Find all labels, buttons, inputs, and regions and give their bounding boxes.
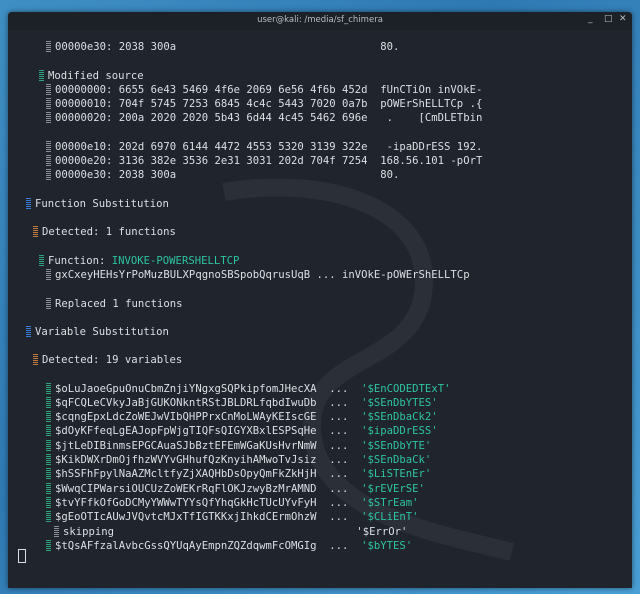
bullet-marker-icon — [39, 255, 44, 266]
terminal-line: $qFCQLeCVkyJaBjGUKONkntRStJBLDRLfqbdIwuD… — [46, 396, 438, 410]
bullet-marker-icon — [46, 511, 51, 522]
terminal-line: $hSSFhFpylNaAZMcltfyZjXAQHbDsOpyQmFkZkHj… — [46, 467, 431, 481]
line-highlight: '$SEnDbaCk' — [361, 454, 432, 466]
line-text: Function Substitution — [35, 198, 169, 210]
bullet-marker-icon — [26, 198, 31, 209]
terminal-line: $oLuJaoeGpuOnuCbmZnjiYNgxgSQPkipfomJHecX… — [46, 382, 450, 396]
terminal-line: Replaced 1 functions — [46, 297, 183, 311]
line-highlight: '$STrEam' — [361, 497, 419, 509]
terminal-cursor — [18, 549, 26, 563]
terminal-line: 00000e10: 202d 6970 6144 4472 4553 5320 … — [46, 140, 482, 154]
line-text: skipping '$ErrOr' — [63, 526, 408, 538]
line-text: $cqngEpxLdcZoWEJwVIbQHPPrxCnMoLWAyKEIscG… — [55, 411, 362, 423]
terminal-line: $jtLeDIBinmsEPGCAuaSJbBztEFEmWGaKUsHvrNm… — [46, 439, 431, 453]
terminal-line: skipping '$ErrOr' — [54, 525, 407, 539]
bullet-marker-icon — [46, 112, 51, 123]
line-text: Detected: 19 variables — [42, 354, 183, 366]
terminal-line: $dOyKFfeqLgEAJopFpWjgTIQFsQIGYXBxlESPSqH… — [46, 424, 438, 438]
line-highlight: '$bYTES' — [361, 540, 413, 552]
line-text: 00000e10: 202d 6970 6144 4472 4553 5320 … — [55, 141, 483, 153]
line-text: $KikDWXrDmOjfhzWVYvGHhufQzKnyihAMwoTvJsi… — [55, 454, 362, 466]
terminal-line: $tvYFfkOfGoDCMyYWWwTYYsQfYhqGkHcTUcUYvFy… — [46, 496, 419, 510]
line-text: $tQsAFfzalAvbcGssQYUqAyEmpnZQZdqwmFcOMGI… — [55, 540, 362, 552]
line-text: 00000e30: 2038 300a 80. — [55, 41, 400, 53]
bullet-marker-icon — [46, 483, 51, 494]
line-text: $jtLeDIBinmsEPGCAuaSJbBztEFEmWGaKUsHvrNm… — [55, 440, 362, 452]
terminal-line: $KikDWXrDmOjfhzWVYvGHhufQzKnyihAMwoTvJsi… — [46, 453, 431, 467]
bullet-marker-icon — [46, 468, 51, 479]
bullet-marker-icon — [46, 425, 51, 436]
line-highlight: '$rEVErSE' — [361, 483, 425, 495]
line-text: 00000e20: 3136 382e 3536 2e31 3031 202d … — [55, 155, 483, 167]
bullet-marker-icon — [33, 226, 38, 237]
terminal-line: Function Substitution — [26, 197, 169, 211]
bullet-marker-icon — [46, 141, 51, 152]
line-highlight: '$LiSTEnEr' — [361, 468, 432, 480]
bullet-marker-icon — [46, 84, 51, 95]
line-highlight: '$SEnDbYTE' — [361, 440, 432, 452]
terminal-line: Detected: 19 variables — [33, 353, 182, 367]
bullet-marker-icon — [46, 454, 51, 465]
line-text: Replaced 1 functions — [55, 298, 183, 310]
bullet-marker-icon — [46, 397, 51, 408]
line-text: $qFCQLeCVkyJaBjGUKONkntRStJBLDRLfqbdIwuD… — [55, 397, 362, 409]
bullet-marker-icon — [46, 269, 51, 280]
line-text: $tvYFfkOfGoDCMyYWWwTYYsQfYhqGkHcTUcUYvFy… — [55, 497, 362, 509]
bullet-marker-icon — [46, 169, 51, 180]
terminal-line: $tQsAFfzalAvbcGssQYUqAyEmpnZQZdqwmFcOMGI… — [46, 539, 412, 553]
terminal-line: Function: INVOKE-POWERSHELLTCP — [39, 254, 239, 268]
line-text: Detected: 1 functions — [42, 226, 176, 238]
line-text: 00000010: 704f 5745 7253 6845 4c4c 5443 … — [55, 98, 483, 110]
bullet-marker-icon — [54, 526, 59, 537]
terminal-line: 00000020: 200a 2020 2020 5b43 6d44 4c45 … — [46, 111, 482, 125]
bullet-marker-icon — [46, 540, 51, 551]
terminal-line: Modified source — [39, 69, 144, 83]
line-text: 00000000: 6655 6e43 5469 4f6e 2069 6e56 … — [55, 84, 483, 96]
bullet-marker-icon — [46, 383, 51, 394]
line-highlight: '$CLiEnT' — [361, 511, 419, 523]
terminal-line: $cqngEpxLdcZoWEJwVIbQHPPrxCnMoLWAyKEIscG… — [46, 410, 438, 424]
terminal-line: gxCxeyHEHsYrPoMuzBULXPqgnoSBSpobQqrusUqB… — [46, 268, 470, 282]
bullet-marker-icon — [46, 497, 51, 508]
bullet-marker-icon — [46, 155, 51, 166]
bullet-marker-icon — [33, 354, 38, 365]
line-text: gxCxeyHEHsYrPoMuzBULXPqgnoSBSpobQqrusUqB… — [55, 269, 470, 281]
line-text: $hSSFhFpylNaAZMcltfyZjXAQHbDsOpyQmFkZkHj… — [55, 468, 362, 480]
bullet-marker-icon — [26, 326, 31, 337]
terminal-output[interactable]: 00000e30: 2038 300a 80. Modified source 00… — [8, 12, 632, 588]
bullet-marker-icon — [46, 41, 51, 52]
terminal-line: Detected: 1 functions — [33, 225, 176, 239]
line-highlight: '$EnCODEDTExT' — [361, 383, 451, 395]
bullet-marker-icon — [46, 440, 51, 451]
terminal-window: user@kali: /media/sf_chimera _ □ ✕ 00000… — [8, 12, 632, 588]
line-text: $gEoOTIcAUwJVQvtcMJxTfIGTKKxjIhkdCErmOhz… — [55, 511, 362, 523]
line-text: 00000e30: 2038 300a 80. — [55, 169, 400, 181]
line-highlight: '$SEnDbYTES' — [361, 397, 438, 409]
terminal-line: 00000e20: 3136 382e 3536 2e31 3031 202d … — [46, 154, 482, 168]
terminal-line: 00000e30: 2038 300a 80. — [46, 40, 399, 54]
line-text: Variable Substitution — [35, 326, 169, 338]
bullet-marker-icon — [46, 411, 51, 422]
terminal-line: 00000e30: 2038 300a 80. — [46, 168, 399, 182]
line-text: Modified source — [48, 70, 144, 82]
line-text: $dOyKFfeqLgEAJopFpWjgTIQFsQIGYXBxlESPSqH… — [55, 425, 362, 437]
line-text: $oLuJaoeGpuOnuCbmZnjiYNgxgSQPkipfomJHecX… — [55, 383, 362, 395]
terminal-line: 00000010: 704f 5745 7253 6845 4c4c 5443 … — [46, 97, 482, 111]
bullet-marker-icon — [39, 70, 44, 81]
terminal-line: $WwqCIPWarsiOUCUzZoWEKrRqFlOKJzwyBzMrAMN… — [46, 482, 425, 496]
line-highlight: '$SEnDbaCk2' — [361, 411, 438, 423]
bullet-marker-icon — [46, 298, 51, 309]
terminal-line: Variable Substitution — [26, 325, 169, 339]
line-text: 00000020: 200a 2020 2020 5b43 6d44 4c45 … — [55, 112, 483, 124]
line-highlight: '$ipaDDrESS' — [361, 425, 438, 437]
terminal-line: 00000000: 6655 6e43 5469 4f6e 2069 6e56 … — [46, 83, 482, 97]
bullet-marker-icon — [46, 98, 51, 109]
line-text: $WwqCIPWarsiOUCUzZoWEKrRqFlOKJzwyBzMrAMN… — [55, 483, 362, 495]
line-highlight: INVOKE-POWERSHELLTCP — [111, 255, 240, 267]
terminal-line: $gEoOTIcAUwJVQvtcMJxTfIGTKKxjIhkdCErmOhz… — [46, 510, 419, 524]
line-text: Function: — [48, 255, 112, 267]
